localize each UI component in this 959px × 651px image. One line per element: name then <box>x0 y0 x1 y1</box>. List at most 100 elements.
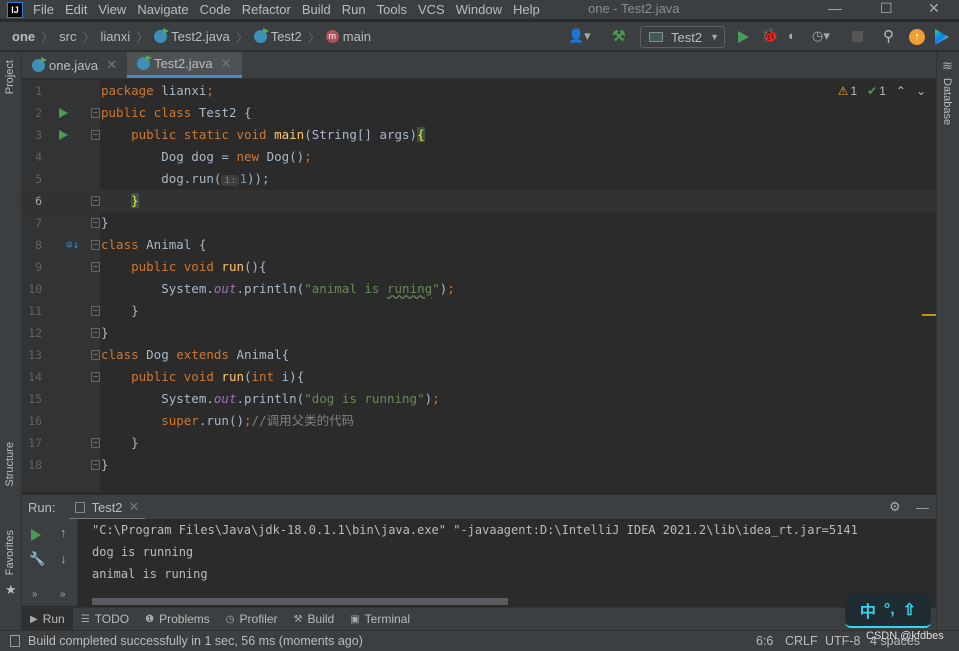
menu-help[interactable]: Help <box>513 2 540 17</box>
wrench-icon[interactable]: 🔧 <box>29 551 45 567</box>
breadcrumb-item[interactable]: lianxi <box>101 29 131 44</box>
menu-run[interactable]: Run <box>342 2 366 17</box>
code-line[interactable]: 5 dog.run(i: 1)); <box>22 168 936 190</box>
fold-icon[interactable]: − <box>91 196 100 206</box>
run-icon[interactable] <box>738 31 749 43</box>
fold-icon[interactable]: − <box>91 108 100 118</box>
code-line[interactable]: 17 − } <box>22 432 936 454</box>
close-button[interactable]: ✕ <box>928 0 940 17</box>
tool-tab-problems[interactable]: ❶ Problems <box>137 608 218 631</box>
breadcrumb-item[interactable]: Test2.java <box>154 27 230 44</box>
fold-icon[interactable]: − <box>91 372 100 382</box>
menu-build[interactable]: Build <box>302 2 331 17</box>
fold-icon[interactable]: − <box>91 350 100 360</box>
code-line[interactable]: 10 System.out.println("animal is runing"… <box>22 278 936 300</box>
maximize-button[interactable]: ☐ <box>880 0 893 17</box>
run-gutter-icon[interactable] <box>59 108 68 118</box>
tool-tab-terminal[interactable]: ▣ Terminal <box>342 608 418 631</box>
code-line[interactable]: 7 −} <box>22 212 936 234</box>
tool-tab-todo[interactable]: ☰ TODO <box>73 608 137 631</box>
hide-panel-icon[interactable]: — <box>916 500 929 515</box>
breadcrumb-item[interactable]: src <box>59 29 76 44</box>
code-line[interactable]: 1 package lianxi; <box>22 80 936 102</box>
breadcrumb-item[interactable]: m main <box>325 29 371 44</box>
close-tab-icon[interactable]: ✕ <box>221 56 232 72</box>
arrow-up-icon[interactable]: ↑ <box>60 525 67 540</box>
fold-icon[interactable]: − <box>91 438 100 448</box>
horizontal-scrollbar[interactable] <box>92 598 508 605</box>
project-tool-button[interactable]: Project <box>4 60 16 94</box>
more-icon[interactable]: » <box>60 589 66 600</box>
code-line[interactable]: 6 − } <box>22 190 936 212</box>
fold-icon[interactable]: − <box>91 218 100 228</box>
tool-tab-profiler[interactable]: ◷ Profiler <box>218 608 286 631</box>
file-encoding[interactable]: UTF-8 <box>825 634 860 648</box>
tool-tab-run[interactable]: ▶ Run <box>22 607 73 631</box>
menu-refactor[interactable]: Refactor <box>242 2 291 17</box>
code-line[interactable]: 11 − } <box>22 300 936 322</box>
menu-navigate[interactable]: Navigate <box>137 2 188 17</box>
minimize-button[interactable]: — <box>828 0 842 16</box>
code-line[interactable]: 8 ⊙↓ − class Animal { <box>22 234 936 256</box>
menu-tools[interactable]: Tools <box>377 2 407 17</box>
code-editor[interactable]: 1 package lianxi; 2− public class Test2 {3−… <box>22 80 936 492</box>
fold-icon[interactable]: − <box>91 130 100 140</box>
code-line[interactable]: 9 − public void run(){ <box>22 256 936 278</box>
profiler-icon[interactable]: ◷▾ <box>812 28 830 44</box>
status-icon[interactable] <box>10 635 20 647</box>
code-line[interactable]: 2 − public class Test2 { <box>22 102 936 124</box>
warning-stripe-marker[interactable] <box>922 314 936 316</box>
menu-code[interactable]: Code <box>200 2 231 17</box>
search-icon[interactable]: ⚲ <box>883 27 894 45</box>
arrow-down-icon[interactable]: ↓ <box>60 551 67 566</box>
debug-icon[interactable]: 🐞 <box>761 27 778 44</box>
more-icon[interactable]: » <box>32 589 38 600</box>
status-message[interactable]: Build completed successfully in 1 sec, 5… <box>28 634 363 648</box>
overridden-method-icon[interactable]: ⊙↓ <box>66 234 79 256</box>
gear-icon[interactable]: ⚙ <box>889 499 901 515</box>
code-line[interactable]: 12 −} <box>22 322 936 344</box>
code-line[interactable]: 16 super.run();//调用父类的代码 <box>22 410 936 432</box>
code-line[interactable]: 13 − class Dog extends Animal{ <box>22 344 936 366</box>
coverage-icon[interactable]: ◐ <box>788 28 796 43</box>
user-icon[interactable]: 👤▾ <box>568 28 591 44</box>
breadcrumb-item[interactable]: one <box>12 29 35 44</box>
update-icon[interactable]: ↑ <box>909 29 925 45</box>
fold-icon[interactable]: − <box>91 262 100 272</box>
code-line[interactable]: 3 − public static void main(String[] args… <box>22 124 936 146</box>
fold-icon[interactable]: − <box>91 460 100 470</box>
run-gutter-icon[interactable] <box>59 130 68 140</box>
inspection-widget[interactable]: ⚠ 1 ✔ 1 ⌃ ⌄ <box>838 84 926 98</box>
close-tab-icon[interactable]: ✕ <box>106 57 117 73</box>
structure-tool-button[interactable]: Structure <box>4 442 16 487</box>
tab-one-java[interactable]: one.java ✕ <box>22 52 127 78</box>
build-hammer-icon[interactable]: ⚒ <box>612 27 625 45</box>
code-line[interactable]: 4 Dog dog = new Dog(); <box>22 146 936 168</box>
menu-file[interactable]: File <box>33 2 54 17</box>
menu-vcs[interactable]: VCS <box>418 2 445 17</box>
fold-icon[interactable]: − <box>91 328 100 338</box>
breadcrumb-item[interactable]: Test2 <box>253 27 302 44</box>
menu-view[interactable]: View <box>98 2 126 17</box>
ime-indicator[interactable]: 中 °, ⇧ <box>845 594 931 628</box>
fold-icon[interactable]: − <box>91 240 100 250</box>
menu-window[interactable]: Window <box>456 2 502 17</box>
code-line[interactable]: 15 System.out.println("dog is running"); <box>22 388 936 410</box>
tab-test2-java[interactable]: Test2.java ✕ <box>127 52 242 78</box>
run-config-select[interactable]: Test2 ▼ <box>640 26 725 48</box>
database-tool-button[interactable]: Database <box>941 78 953 125</box>
fold-icon[interactable]: − <box>91 306 100 316</box>
code-line[interactable]: 14 − public void run(int i){ <box>22 366 936 388</box>
stop-icon[interactable] <box>852 31 863 42</box>
run-tab-test2[interactable]: Test2 ✕ <box>69 497 146 521</box>
console-output[interactable]: "C:\Program Files\Java\jdk-18.0.1.1\bin\… <box>78 519 936 606</box>
menu-edit[interactable]: Edit <box>65 2 87 17</box>
line-separator[interactable]: CRLF <box>785 634 818 648</box>
caret-position[interactable]: 6:6 <box>756 634 773 648</box>
close-tab-icon[interactable]: ✕ <box>129 499 140 515</box>
tool-tab-build[interactable]: ⚒ Build <box>286 608 343 631</box>
favorites-tool-button[interactable]: Favorites <box>4 530 16 575</box>
code-line[interactable]: 18 −} <box>22 454 936 476</box>
previous-highlight-icon[interactable]: ⌃ <box>896 84 906 98</box>
next-highlight-icon[interactable]: ⌄ <box>916 84 926 98</box>
